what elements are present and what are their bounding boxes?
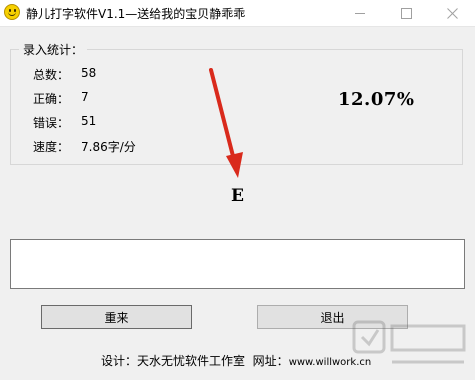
minimize-icon <box>355 12 365 14</box>
maximize-icon <box>400 7 412 19</box>
maximize-button[interactable] <box>383 0 429 26</box>
stats-legend: 录入统计： <box>19 41 88 58</box>
site-label: 网址： <box>252 354 289 368</box>
speed-value: 7.86字/分 <box>81 140 136 154</box>
footer-credits: 设计：天水无忧软件工作室 网址：www.willwork.cn <box>101 352 371 369</box>
error-label: 错误： <box>33 116 70 130</box>
design-label: 设计： <box>101 354 138 368</box>
close-icon <box>446 7 458 19</box>
error-value: 51 <box>81 114 97 128</box>
designer-name: 天水无忧软件工作室 <box>137 354 246 368</box>
correct-label: 正确： <box>33 92 70 106</box>
title-bar: 静儿打字软件V1.1—送给我的宝贝静乖乖 <box>0 0 475 27</box>
total-label: 总数： <box>33 68 70 82</box>
restart-button[interactable]: 重来 <box>41 305 192 329</box>
close-button[interactable] <box>429 0 475 26</box>
speed-label: 速度： <box>33 140 70 154</box>
accuracy-rate: 12.07% <box>338 89 415 110</box>
exit-button[interactable]: 退出 <box>257 305 408 329</box>
website-url: www.willwork.cn <box>288 357 372 368</box>
smiley-app-icon <box>4 4 20 20</box>
correct-value: 7 <box>81 90 89 104</box>
current-practice-character: E <box>231 186 244 206</box>
total-value: 58 <box>81 66 97 80</box>
minimize-button[interactable] <box>337 0 383 26</box>
window-title: 静儿打字软件V1.1—送给我的宝贝静乖乖 <box>26 7 246 21</box>
typing-input[interactable] <box>10 239 465 289</box>
